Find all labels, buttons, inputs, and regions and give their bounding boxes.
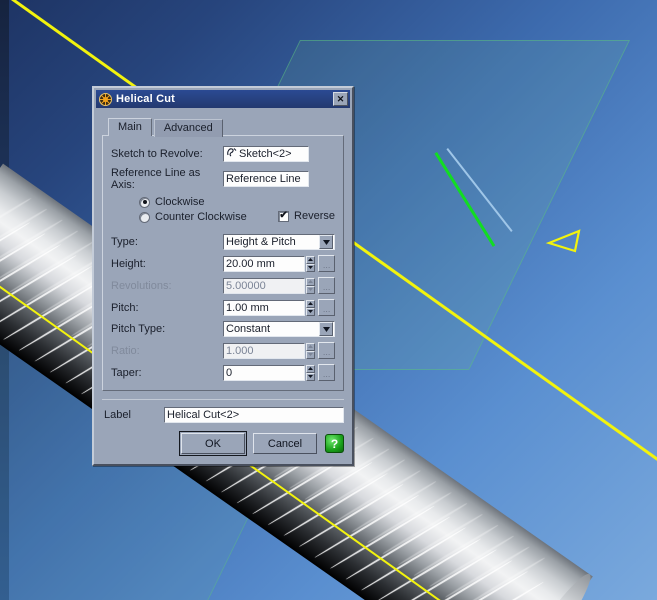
dialog-title: Helical Cut <box>116 93 176 105</box>
revolutions-browse-button: ... <box>318 277 335 294</box>
ratio-browse-button: ... <box>318 342 335 359</box>
tab-main[interactable]: Main <box>108 118 152 136</box>
divider <box>102 399 344 400</box>
revolutions-value: 5.00000 <box>226 279 266 292</box>
label-input-value: Helical Cut<2> <box>167 409 240 421</box>
chevron-down-icon[interactable] <box>319 235 333 249</box>
row-pitch-type: Pitch Type: Constant <box>111 321 335 337</box>
reference-line-label: Reference Line as Axis: <box>111 167 201 191</box>
row-height: Height: 20.00 mm ... <box>111 255 335 272</box>
ok-button[interactable]: OK <box>179 431 247 456</box>
radio-counter-clockwise[interactable]: Counter Clockwise <box>139 211 278 223</box>
type-label: Type: <box>111 236 138 248</box>
taper-label: Taper: <box>111 366 142 379</box>
dialog-button-row: OK Cancel ? <box>102 431 344 456</box>
reference-line-field[interactable]: Reference Line <box>223 171 309 187</box>
direction-arrow-icon <box>533 222 581 253</box>
stepper-down-icon <box>305 350 316 359</box>
row-revolutions: Revolutions: 5.00000 ... <box>111 277 335 294</box>
pitch-browse-button[interactable]: ... <box>318 299 335 316</box>
radio-counter-clockwise-label: Counter Clockwise <box>155 211 247 223</box>
row-reference-line: Reference Line as Axis: Reference Line <box>111 167 335 191</box>
checkmark-icon[interactable]: ✔ <box>278 210 290 222</box>
close-icon[interactable]: ✕ <box>333 92 348 106</box>
dialog-tabs[interactable]: Main Advanced <box>108 118 344 137</box>
chevron-down-icon[interactable] <box>319 322 333 336</box>
ratio-value: 1.000 <box>226 344 254 357</box>
helical-cut-dialog[interactable]: Helical Cut ✕ Main Advanced Sketch to Re… <box>92 86 354 466</box>
reverse-label: Reverse <box>294 210 335 222</box>
row-pitch: Pitch: 1.00 mm ... <box>111 299 335 316</box>
taper-browse-button[interactable]: ... <box>318 364 335 381</box>
reference-line-value: Reference Line <box>226 173 301 185</box>
revolutions-label: Revolutions: <box>111 279 172 292</box>
label-input[interactable]: Helical Cut<2> <box>164 407 344 423</box>
sketch-icon <box>226 147 237 161</box>
height-value: 20.00 mm <box>226 257 275 270</box>
pitch-label: Pitch: <box>111 301 139 314</box>
ratio-stepper <box>305 342 316 359</box>
stepper-down-icon[interactable] <box>305 307 316 316</box>
pitch-type-select[interactable]: Constant <box>223 321 335 337</box>
revolutions-stepper <box>305 277 316 294</box>
taper-value: 0 <box>226 366 233 379</box>
height-label: Height: <box>111 257 146 270</box>
tab-panel-main: Sketch to Revolve: Sketch<2> Reference L… <box>102 135 344 391</box>
pitch-stepper[interactable] <box>305 299 316 316</box>
height-stepper[interactable] <box>305 255 316 272</box>
helix-app-icon <box>99 92 112 106</box>
reverse-checkbox[interactable]: ✔ Reverse <box>278 210 335 222</box>
stepper-up-icon <box>305 342 316 351</box>
pitch-input[interactable]: 1.00 mm <box>223 299 305 316</box>
radio-clockwise[interactable]: Clockwise <box>139 196 278 208</box>
height-browse-button[interactable]: ... <box>318 255 335 272</box>
radio-clockwise-label: Clockwise <box>155 196 205 208</box>
row-label: Label Helical Cut<2> <box>104 407 344 423</box>
ratio-label: Ratio: <box>111 344 140 357</box>
tab-advanced[interactable]: Advanced <box>153 119 223 137</box>
stepper-down-icon[interactable] <box>305 372 316 381</box>
revolutions-input: 5.00000 <box>223 277 305 294</box>
stepper-up-icon[interactable] <box>305 364 316 373</box>
stepper-down-icon <box>305 285 316 294</box>
help-icon[interactable]: ? <box>325 434 344 453</box>
height-input[interactable]: 20.00 mm <box>223 255 305 272</box>
pitch-type-label: Pitch Type: <box>111 323 166 335</box>
pitch-value: 1.00 mm <box>226 301 269 314</box>
direction-radio-group[interactable]: Clockwise Counter Clockwise <box>111 196 278 226</box>
cancel-button[interactable]: Cancel <box>253 433 317 454</box>
radio-clockwise-icon[interactable] <box>139 196 150 208</box>
row-direction: Clockwise Counter Clockwise ✔ Reverse <box>111 196 335 226</box>
taper-input[interactable]: 0 <box>223 364 305 381</box>
dialog-titlebar[interactable]: Helical Cut ✕ <box>96 90 350 108</box>
row-type: Type: Height & Pitch <box>111 234 335 250</box>
stepper-up-icon[interactable] <box>305 255 316 264</box>
sketch-to-revolve-field[interactable]: Sketch<2> <box>223 146 309 162</box>
stepper-up-icon <box>305 277 316 286</box>
row-taper: Taper: 0 ... <box>111 364 335 381</box>
row-ratio: Ratio: 1.000 ... <box>111 342 335 359</box>
stepper-up-icon[interactable] <box>305 299 316 308</box>
label-field-label: Label <box>104 409 131 421</box>
type-select[interactable]: Height & Pitch <box>223 234 335 250</box>
type-value: Height & Pitch <box>226 236 296 248</box>
stepper-down-icon[interactable] <box>305 263 316 272</box>
sketch-to-revolve-value: Sketch<2> <box>239 148 292 160</box>
row-sketch-to-revolve: Sketch to Revolve: Sketch<2> <box>111 146 335 162</box>
radio-counter-clockwise-icon[interactable] <box>139 211 150 223</box>
ratio-input: 1.000 <box>223 342 305 359</box>
pitch-type-value: Constant <box>226 323 271 335</box>
sketch-to-revolve-label: Sketch to Revolve: <box>111 148 203 160</box>
taper-stepper[interactable] <box>305 364 316 381</box>
